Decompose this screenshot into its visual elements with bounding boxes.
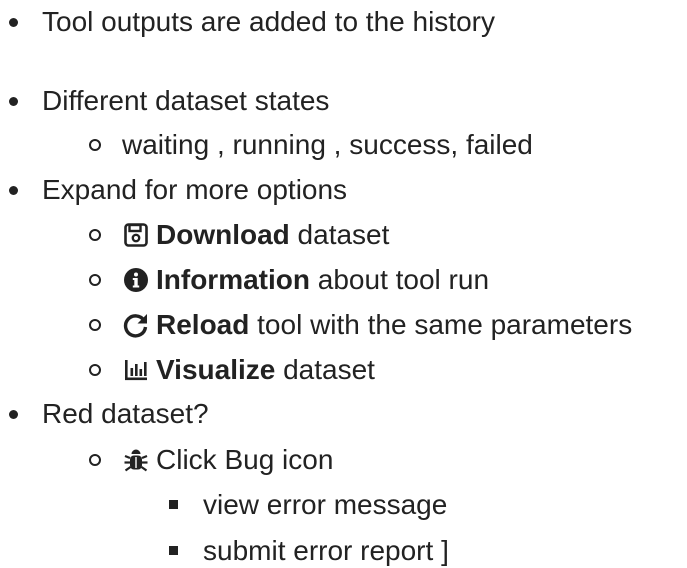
bullet-square xyxy=(169,500,178,509)
bullet-circle xyxy=(89,364,101,376)
list-item-text: Different dataset states xyxy=(42,85,330,116)
download-rest: dataset xyxy=(289,219,390,250)
bullet-circle xyxy=(89,319,101,331)
list-item-text: Red dataset? xyxy=(42,398,209,429)
visualize-rest: dataset xyxy=(275,354,375,385)
redo-icon xyxy=(122,311,150,339)
bullet-disc xyxy=(9,97,18,106)
bullet-disc xyxy=(9,18,18,27)
list-item-text: waiting , running , success, failed xyxy=(122,129,533,160)
floppy-disk-icon xyxy=(122,221,150,249)
visualize-label: Visualize xyxy=(156,354,276,385)
bullet-circle xyxy=(89,454,101,466)
information-rest: about tool run xyxy=(310,264,490,295)
click-bug-text: Click Bug icon xyxy=(156,444,334,475)
info-circle-icon xyxy=(122,266,150,294)
reload-rest: tool with the same parameters xyxy=(249,309,633,340)
list-item-text: Tool outputs are added to the history xyxy=(42,6,495,37)
list-item-text: view error message xyxy=(203,489,448,520)
information-label: Information xyxy=(156,264,310,295)
list-item-text: submit error report ] xyxy=(203,535,449,566)
bullet-circle xyxy=(89,274,101,286)
download-label: Download xyxy=(156,219,290,250)
list-item-text: Expand for more options xyxy=(42,174,348,205)
bar-chart-icon xyxy=(122,356,150,384)
bullet-circle xyxy=(89,139,101,151)
bullet-square xyxy=(169,546,178,555)
bullet-disc xyxy=(9,186,18,195)
bug-icon xyxy=(122,446,150,474)
bullet-circle xyxy=(89,229,101,241)
bullet-disc xyxy=(9,410,18,419)
reload-label: Reload xyxy=(156,309,250,340)
